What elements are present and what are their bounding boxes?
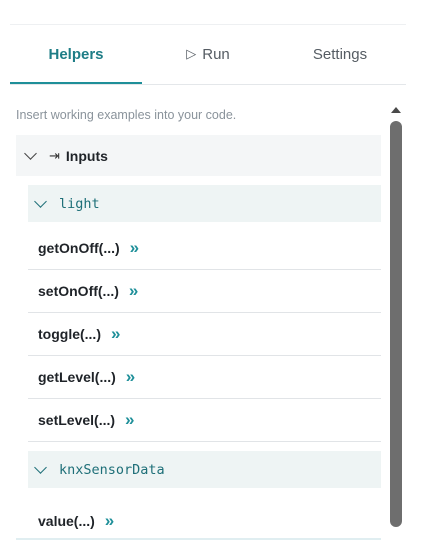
group-label: light [59,195,100,212]
insert-arrow-icon[interactable]: » [111,324,121,344]
helper-item[interactable]: setOnOff(...) » [28,270,381,313]
section-inputs[interactable]: ⇥ Inputs [16,135,381,176]
tab-settings[interactable]: Settings [274,25,406,83]
tab-bar: Helpers ▷ Run Settings [10,24,406,85]
tab-run-label: Run [202,45,230,63]
play-icon: ▷ [186,46,197,61]
helper-item[interactable]: setLevel(...) » [28,399,381,442]
chevron-down-icon [24,147,37,160]
input-icon: ⇥ [49,147,60,163]
active-tab-indicator [10,82,142,84]
insert-arrow-icon[interactable]: » [126,367,136,387]
helpers-panel: ⇥ Inputs light getOnOff(...) » setOnOff(… [16,135,381,543]
helper-item-label: setOnOff(...) [38,283,119,299]
group-light[interactable]: light [28,185,381,222]
group-knxsensordata[interactable]: knxSensorData [28,451,381,488]
tab-helpers[interactable]: Helpers [10,25,142,84]
helper-item[interactable]: value(...) » [28,500,381,542]
insert-arrow-icon[interactable]: » [105,511,115,531]
divider [16,538,381,540]
group-label: knxSensorData [59,461,165,478]
helper-item-label: setLevel(...) [38,412,116,428]
insert-arrow-icon[interactable]: » [125,410,135,430]
section-inputs-label: Inputs [65,147,108,164]
helper-item[interactable]: toggle(...) » [28,313,381,356]
tab-settings-label: Settings [312,45,368,63]
helper-item[interactable]: getLevel(...) » [28,356,381,399]
tab-run[interactable]: ▷ Run [142,25,274,83]
helper-item-label: toggle(...) [38,326,101,342]
chevron-down-icon [34,195,47,208]
insert-arrow-icon[interactable]: » [130,238,140,258]
helper-item[interactable]: getOnOff(...) » [28,227,381,270]
helper-item-label: getOnOff(...) [38,240,120,256]
helpers-hint: Insert working examples into your code. [16,108,237,122]
insert-arrow-icon[interactable]: » [129,281,139,301]
helper-item-label: getLevel(...) [38,369,116,385]
tab-helpers-label: Helpers [48,45,104,63]
helper-item-label: value(...) [38,513,95,529]
scrollbar-thumb[interactable] [390,121,402,527]
chevron-down-icon [34,461,47,474]
scroll-up-arrow-icon[interactable] [391,107,401,113]
